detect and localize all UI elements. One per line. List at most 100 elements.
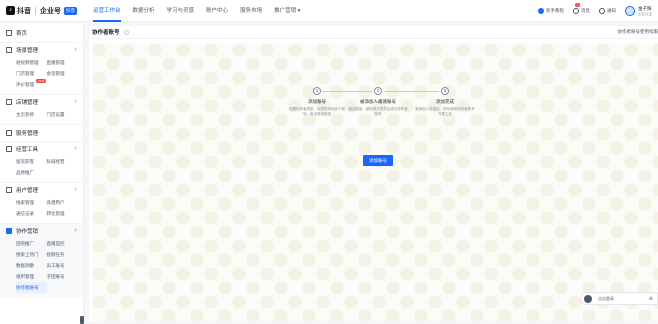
steps: 1 添加账号 设置协作者类型，可同时添加多个账号，发出邀请链接 2 被添加人邀请… (287, 87, 475, 127)
step-desc: 被添加人完成后，即可使用协作者账号开展工作 (415, 107, 475, 116)
new-manual-link[interactable]: 新手教程 (538, 8, 564, 14)
sidebar-item-hot-search[interactable]: 搜索上热门 (16, 249, 47, 260)
avatar (625, 6, 635, 16)
sidebar-item-brand[interactable]: 品牌推广 (16, 167, 47, 178)
shop-icon (6, 99, 12, 105)
page-header: 协作者账号 协作者账号使用指南 (89, 26, 658, 39)
sidebar-item-home[interactable]: 首页 (0, 23, 83, 42)
sidebar-group-head-tools[interactable]: 经营工具 ˄ (0, 142, 83, 156)
sidebar-item-store[interactable]: 门店管理 (16, 68, 47, 79)
floating-login-bar[interactable]: 点击登录 ⊖ (580, 292, 658, 305)
top-right-toolbar: 新手教程 1 消息 通知 金子辉 企业认证 (538, 0, 658, 22)
step-title: 添加完成 (436, 99, 454, 104)
sidebar-group-title: 店铺管理 (16, 100, 39, 106)
chevron-up-icon: ˄ (74, 146, 77, 152)
floating-login-label: 点击登录 (598, 295, 614, 301)
sidebar-group-scene: 场景管理 ˄ 短视频管理 直播管理 门店管理 会话管理 评价管理 NEW (0, 42, 83, 94)
notifications-button[interactable]: 通知 (599, 8, 616, 14)
page-title: 协作者账号 (92, 30, 120, 36)
user-menu[interactable]: 金子辉 企业认证 (625, 6, 652, 17)
new-manual-label: 新手教程 (546, 8, 564, 13)
messages-label: 消息 (581, 8, 590, 13)
sidebar-group-title: 场景管理 (16, 48, 39, 54)
step-1: 1 添加账号 设置协作者类型，可同时添加多个账号，发出邀请链接 (287, 87, 347, 117)
collab-icon (6, 228, 12, 234)
scene-icon (6, 47, 12, 53)
sidebar-item-clues[interactable]: 线索管理 (16, 197, 47, 208)
step-3: 3 添加完成 被添加人完成后，即可使用协作者账号开展工作 (415, 87, 475, 117)
chevron-up-icon: ˄ (74, 99, 77, 105)
nav-item-account-center[interactable]: 账户中心 (200, 0, 234, 22)
sidebar-subitems: 团购推广 直播监控 搜索上热门 视频任务 数据洞察 员工账号 组织管理 子团账号… (0, 238, 83, 297)
add-account-button[interactable]: 添加账号 (363, 155, 393, 166)
step-number: 2 (374, 87, 382, 95)
sidebar-group-head-scene[interactable]: 场景管理 ˄ (0, 43, 83, 57)
nav-item-promotion[interactable]: 推广营销 ▾ (268, 0, 306, 22)
logo-badge: 抖音 (64, 6, 77, 15)
step-2: 2 被添加人邀请账号 通过链接，被邀请方同意后成为协作者账号 (348, 87, 408, 117)
sidebar-group-head-collab[interactable]: 协作营销 ˄ (0, 224, 83, 238)
brand-logo[interactable]: ♪ 抖音 企业号 抖音 (6, 0, 77, 22)
sidebar-item-calls[interactable]: 通信记录 (16, 208, 47, 219)
sidebar-item-insights[interactable]: 数据洞察 (16, 260, 47, 271)
sidebar-item-group-buy[interactable]: 团购推广 (16, 238, 47, 249)
sidebar-item-private[interactable]: 私域经营 (47, 156, 78, 167)
sidebar-item-video-task[interactable]: 视频任务 (47, 249, 78, 260)
minimize-icon[interactable]: ⊖ (649, 296, 653, 302)
step-number: 3 (441, 87, 449, 95)
usage-guide-link[interactable]: 协作者账号使用指南 (618, 29, 658, 35)
nav-item-learning[interactable]: 学习与灵感 (161, 0, 201, 22)
step-number: 1 (313, 87, 321, 95)
sidebar-item-conversion[interactable]: 转化管理 (47, 208, 78, 219)
user-status: 企业认证 (638, 11, 652, 16)
sidebar-item-video[interactable]: 短视频管理 (16, 57, 47, 68)
sidebar-group-shop: 店铺管理 ˄ 主页装修 门店设置 (0, 94, 83, 124)
notifications-label: 通知 (607, 8, 616, 13)
service-icon (6, 130, 12, 136)
phone-icon (584, 294, 592, 303)
sidebar-item-reviews[interactable]: 评价管理 NEW (16, 79, 47, 90)
step-title: 添加账号 (308, 99, 326, 104)
top-nav: 运营工作台 数据分析 学习与灵感 账户中心 服务市场 推广营销 ▾ (87, 0, 306, 22)
sidebar-group-head-users[interactable]: 用户管理 ˄ (0, 183, 83, 197)
top-navbar: ♪ 抖音 企业号 抖音 运营工作台 数据分析 学习与灵感 账户中心 服务市场 推… (0, 0, 658, 22)
logo-divider (35, 6, 36, 15)
sidebar-group-users: 用户管理 ˄ 线索管理 高潜用户 通信记录 转化管理 (0, 182, 83, 223)
home-icon (6, 29, 12, 36)
sidebar-item-staff[interactable]: 员工账号 (47, 260, 78, 271)
sidebar-item-sub-accounts[interactable]: 子团账号 (47, 271, 78, 282)
nav-item-data-analysis[interactable]: 数据分析 (127, 0, 161, 22)
guide-icon (538, 8, 544, 14)
sidebar-item-chat[interactable]: 会话管理 (47, 68, 78, 79)
sidebar-item-homepage[interactable]: 主页装修 (16, 109, 47, 120)
sidebar-group-title: 经营工具 (16, 147, 39, 153)
tools-icon (6, 146, 12, 152)
step-desc: 设置协作者类型，可同时添加多个账号，发出邀请链接 (289, 107, 345, 116)
message-icon (573, 8, 579, 14)
messages-button[interactable]: 1 消息 (573, 3, 590, 14)
nav-item-service-market[interactable]: 服务市场 (234, 0, 268, 22)
step-title: 被添加人邀请账号 (360, 99, 396, 104)
logo-name: 抖音 (17, 7, 31, 15)
chevron-up-icon: ˄ (74, 47, 77, 53)
sidebar-subitems: 短视频管理 直播管理 门店管理 会话管理 评价管理 NEW (0, 57, 83, 94)
sidebar-item-service[interactable]: 服务管理 (0, 124, 83, 141)
sidebar-group-head-shop[interactable]: 店铺管理 ˄ (0, 95, 83, 109)
sidebar-item-store-settings[interactable]: 门店设置 (47, 109, 78, 120)
help-icon[interactable] (123, 29, 129, 35)
sidebar-item-live-monitor[interactable]: 直播监控 (47, 238, 78, 249)
nav-item-workbench[interactable]: 运营工作台 (87, 0, 127, 22)
sidebar-item-org[interactable]: 组织管理 (16, 271, 47, 282)
step-desc: 通过链接，被邀请方同意后成为协作者账号 (348, 107, 408, 116)
douyin-logo-icon: ♪ (6, 6, 15, 15)
sidebar-item-potential[interactable]: 高潜用户 (47, 197, 78, 208)
sidebar-group-title: 用户管理 (16, 188, 39, 194)
sidebar-item-reviews-label: 评价管理 (16, 82, 34, 87)
sidebar-item-collaborator[interactable]: 协作者账号 (16, 282, 47, 293)
main-panel: 协作者账号 协作者账号使用指南 1 添加账号 设置协作者类型，可同时添加多个账号… (89, 26, 658, 321)
sidebar-item-leads[interactable]: 留资获客 (16, 156, 47, 167)
sidebar-group-title: 协作营销 (16, 229, 39, 235)
sidebar-item-live[interactable]: 直播管理 (47, 57, 78, 68)
sidebar-subitems: 留资获客 私域经营 品牌推广 (0, 156, 83, 182)
sidebar-collapse-handle[interactable] (80, 316, 84, 324)
